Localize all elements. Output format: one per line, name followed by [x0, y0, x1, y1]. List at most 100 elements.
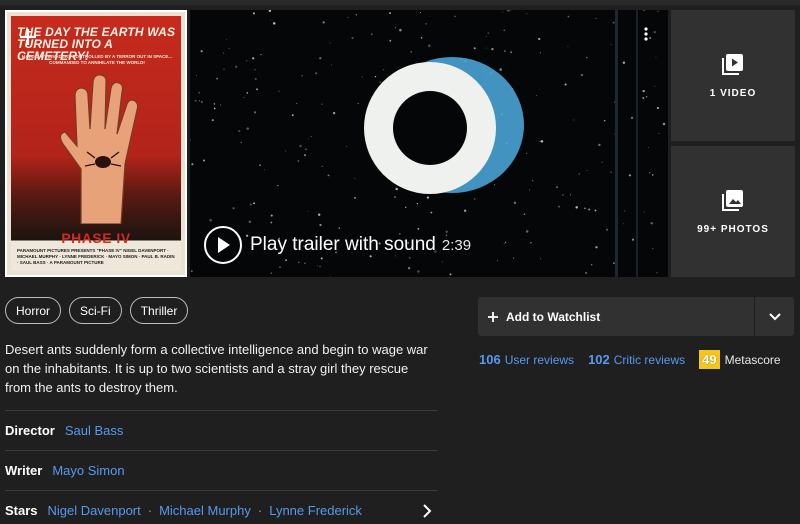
poster-title: PHASE IV: [61, 230, 131, 246]
star-dot: [200, 50, 203, 53]
credit-row-stars[interactable]: Stars Nigel Davenport · Michael Murphy ·…: [5, 490, 438, 524]
star-dot: [606, 229, 608, 231]
star-dot: [211, 119, 214, 122]
trailer-video[interactable]: Play trailer with sound 2:39: [190, 10, 668, 277]
star-dot: [491, 47, 494, 51]
genre-chip-horror[interactable]: Horror: [5, 297, 62, 324]
chevron-right-icon[interactable]: [422, 504, 432, 518]
user-reviews-link[interactable]: 106 User reviews: [479, 352, 574, 367]
star-dot: [622, 61, 626, 64]
star-dot: [354, 197, 356, 199]
star-dot: [657, 10, 659, 12]
star-dot: [538, 37, 541, 41]
star-dot: [194, 99, 197, 102]
star-dot: [270, 221, 273, 224]
star-dot: [232, 207, 235, 210]
star-dot: [332, 111, 336, 115]
movie-poster[interactable]: THE DAY THE EARTH WAS TURNED INTO A CEME…: [5, 10, 187, 277]
star-dot: [389, 39, 392, 42]
star-dot: [487, 32, 490, 34]
star-dot: [525, 230, 529, 233]
star-dot: [259, 164, 261, 167]
play-trailer-label: Play trailer with sound: [250, 234, 436, 255]
star-dot: [213, 103, 216, 105]
star-dot: [395, 187, 398, 191]
poster-credits: PARAMOUNT PICTURES PRESENTS "PHASE IV" N…: [17, 248, 175, 265]
videos-tile[interactable]: 1 VIDEO: [671, 10, 795, 141]
star-dot: [588, 208, 591, 211]
star-dot: [307, 211, 309, 212]
star-dot: [296, 102, 298, 105]
star-dot: [319, 57, 322, 60]
star-dot: [503, 29, 506, 32]
star-dot: [454, 15, 456, 18]
star-dot: [499, 68, 502, 71]
star-dot: [252, 57, 255, 60]
critic-reviews-link[interactable]: 102 Critic reviews: [588, 352, 685, 367]
star-dot: [656, 106, 659, 110]
star-dot: [407, 267, 411, 270]
star-dot: [235, 65, 238, 68]
star-dot: [652, 247, 654, 250]
star-dot: [277, 184, 279, 187]
plot-summary: Desert ants suddenly form a collective i…: [5, 342, 428, 395]
star-dot: [317, 264, 318, 266]
star-dot: [585, 271, 588, 274]
poster-hand-illustration: [59, 74, 139, 224]
star-dot: [473, 198, 476, 200]
star-link[interactable]: Michael Murphy: [159, 503, 251, 518]
star-dot: [624, 210, 626, 212]
star-dot: [586, 56, 588, 59]
director-link[interactable]: Saul Bass: [65, 423, 124, 438]
star-dot: [643, 211, 645, 213]
star-dot: [509, 10, 511, 12]
star-dot: [645, 96, 648, 98]
star-dot: [557, 205, 561, 208]
photos-tile[interactable]: 99+ PHOTOS: [671, 146, 795, 277]
star-dot: [410, 50, 413, 53]
separator: ·: [257, 503, 263, 518]
poster-tagline: HAVOC! BY INVADERS CONTROLLED BY A TERRO…: [21, 54, 172, 65]
star-dot: [642, 89, 645, 93]
star-dot: [529, 189, 531, 191]
star-dot: [642, 96, 645, 100]
star-dot: [347, 16, 349, 18]
writer-link[interactable]: Mayo Simon: [52, 463, 124, 478]
more-vertical-icon[interactable]: [642, 26, 650, 42]
critic-reviews-count: 102: [588, 352, 610, 367]
star-dot: [513, 201, 517, 205]
metascore-link[interactable]: 49 Metascore: [699, 350, 781, 369]
star-dot: [351, 36, 354, 40]
star-dot: [419, 11, 422, 14]
star-dot: [200, 100, 203, 103]
star-dot: [603, 119, 606, 122]
genre-chip-scifi[interactable]: Sci-Fi: [69, 297, 122, 324]
star-dot: [580, 73, 584, 77]
watchlist-dropdown-button[interactable]: [754, 297, 794, 336]
add-to-watchlist-button[interactable]: Add to Watchlist: [478, 297, 754, 336]
star-dot: [223, 52, 225, 54]
star-dot: [252, 12, 255, 15]
star-link[interactable]: Lynne Frederick: [269, 503, 362, 518]
play-icon[interactable]: [204, 226, 242, 264]
star-dot: [631, 238, 635, 241]
star-dot: [526, 13, 528, 15]
star-dot: [463, 209, 467, 212]
play-trailer-button[interactable]: Play trailer with sound 2:39: [204, 226, 471, 264]
star-dot: [322, 21, 325, 24]
star-dot: [648, 146, 650, 148]
star-dot: [562, 194, 564, 196]
star-dot: [473, 47, 476, 50]
star-link[interactable]: Nigel Davenport: [48, 503, 141, 518]
star-dot: [319, 265, 321, 268]
star-dot: [308, 138, 309, 140]
add-icon[interactable]: [15, 24, 41, 50]
star-dot: [417, 270, 420, 273]
star-dot: [305, 148, 307, 151]
genre-chip-thriller[interactable]: Thriller: [129, 297, 189, 324]
star-dot: [539, 140, 541, 143]
star-dot: [213, 107, 216, 110]
star-dot: [303, 154, 307, 157]
star-dot: [653, 31, 656, 34]
star-dot: [584, 207, 586, 210]
